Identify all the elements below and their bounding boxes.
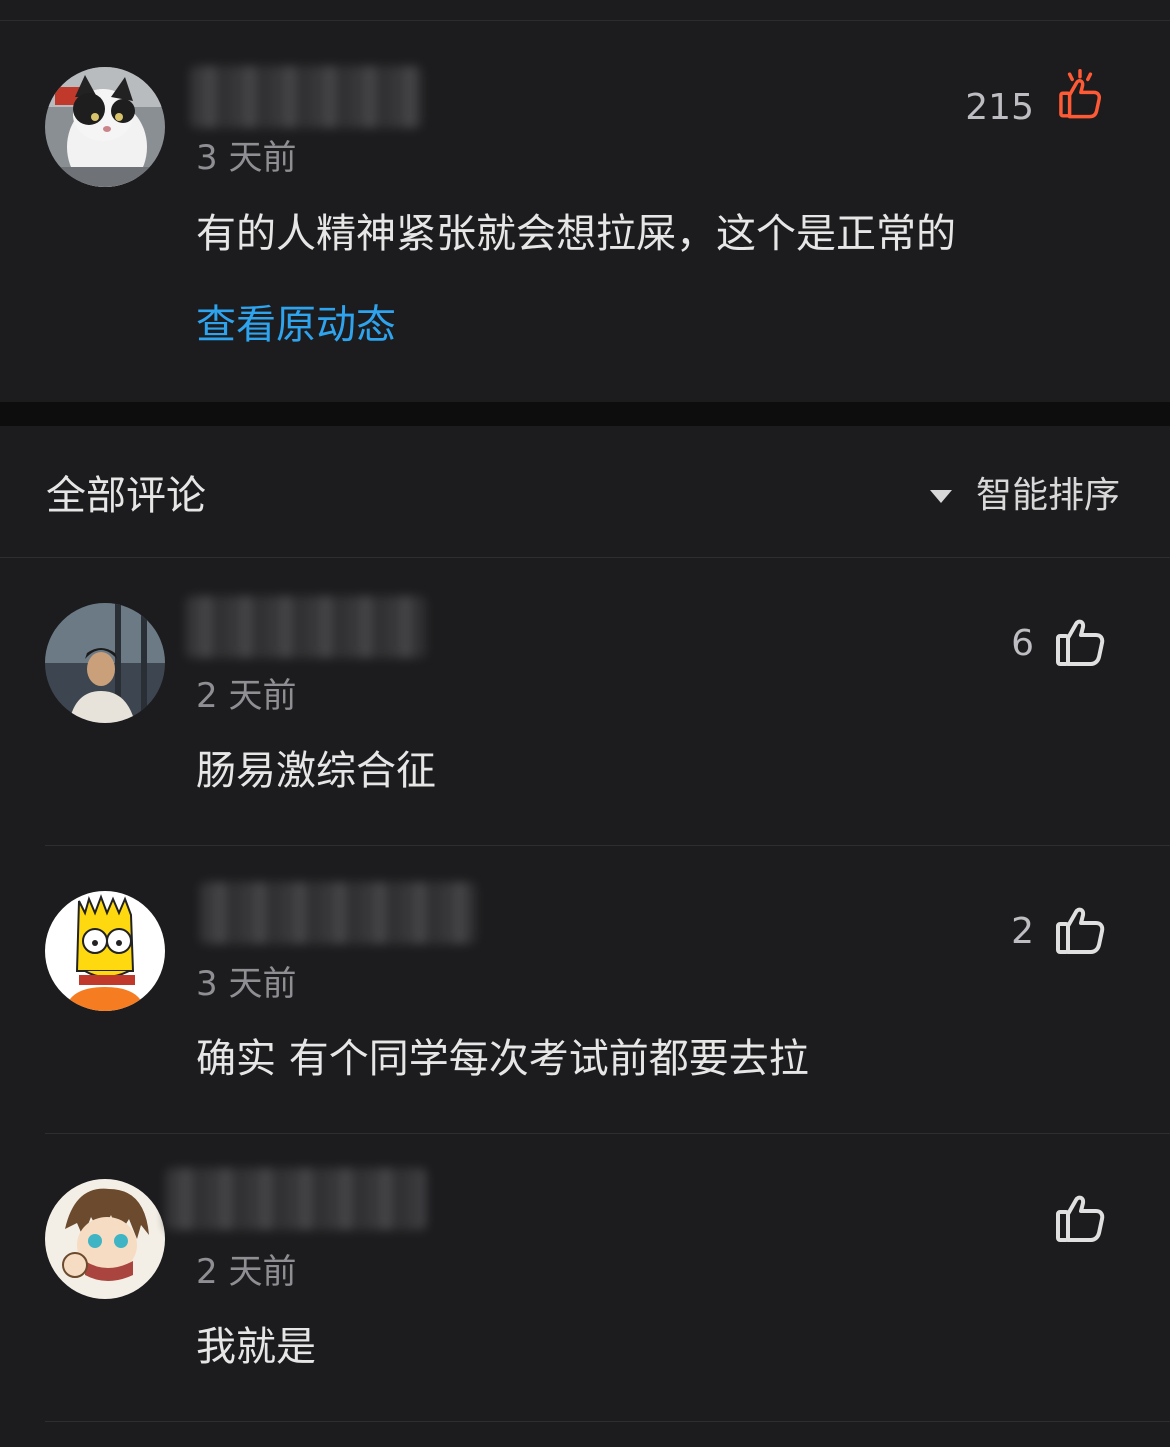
username-redacted[interactable] bbox=[166, 1168, 426, 1230]
thumbs-up-icon[interactable] bbox=[1054, 616, 1106, 668]
comments-page: 3 天前 215 有的人精神紧张就会想拉屎，这个是正常的 查看原动态 全部评论 … bbox=[0, 0, 1170, 1447]
thumbs-up-icon[interactable] bbox=[1054, 904, 1106, 956]
post-like-count: 215 bbox=[965, 87, 1034, 128]
comment-timestamp: 3 天前 bbox=[196, 964, 297, 1004]
username-redacted[interactable] bbox=[190, 66, 422, 128]
comment-timestamp: 2 天前 bbox=[196, 1252, 297, 1292]
comments-panel: 全部评论 智能排序 2 天前 6 肠易激综合征 3 天前 2 确实 有个同学每次… bbox=[0, 426, 1170, 1447]
top-strip bbox=[0, 0, 1170, 21]
bart-avatar[interactable] bbox=[45, 891, 165, 1011]
view-original-link[interactable]: 查看原动态 bbox=[196, 300, 396, 350]
thumbs-up-icon[interactable] bbox=[1054, 1192, 1106, 1244]
sort-label: 智能排序 bbox=[975, 475, 1120, 516]
post-timestamp: 3 天前 bbox=[196, 138, 297, 178]
comment-text: 我就是 bbox=[196, 1324, 316, 1370]
comment-timestamp: 2 天前 bbox=[196, 676, 297, 716]
all-comments-title: 全部评论 bbox=[46, 473, 206, 519]
comment-like-count: 6 bbox=[1011, 623, 1034, 664]
comment-divider bbox=[45, 845, 1170, 846]
username-redacted[interactable] bbox=[200, 882, 476, 944]
username-redacted[interactable] bbox=[186, 596, 426, 658]
header-divider bbox=[0, 557, 1170, 558]
comment-divider bbox=[45, 1421, 1170, 1422]
smart-sort-dropdown[interactable]: 智能排序 bbox=[929, 471, 1120, 521]
post-text: 有的人精神紧张就会想拉屎，这个是正常的 bbox=[196, 211, 956, 257]
comment-like-count: 2 bbox=[1011, 911, 1034, 952]
anime-avatar[interactable] bbox=[45, 1179, 165, 1299]
comment-text: 确实 有个同学每次考试前都要去拉 bbox=[196, 1036, 809, 1082]
comment-text: 肠易激综合征 bbox=[196, 748, 436, 794]
section-gap bbox=[0, 402, 1170, 426]
comment-divider bbox=[45, 1133, 1170, 1134]
thumbs-up-liked-icon[interactable] bbox=[1054, 69, 1106, 121]
dropdown-triangle-icon bbox=[929, 489, 952, 503]
original-comment-card: 3 天前 215 有的人精神紧张就会想拉屎，这个是正常的 查看原动态 bbox=[0, 21, 1170, 402]
cat-avatar[interactable] bbox=[45, 67, 165, 187]
person-avatar[interactable] bbox=[45, 603, 165, 723]
